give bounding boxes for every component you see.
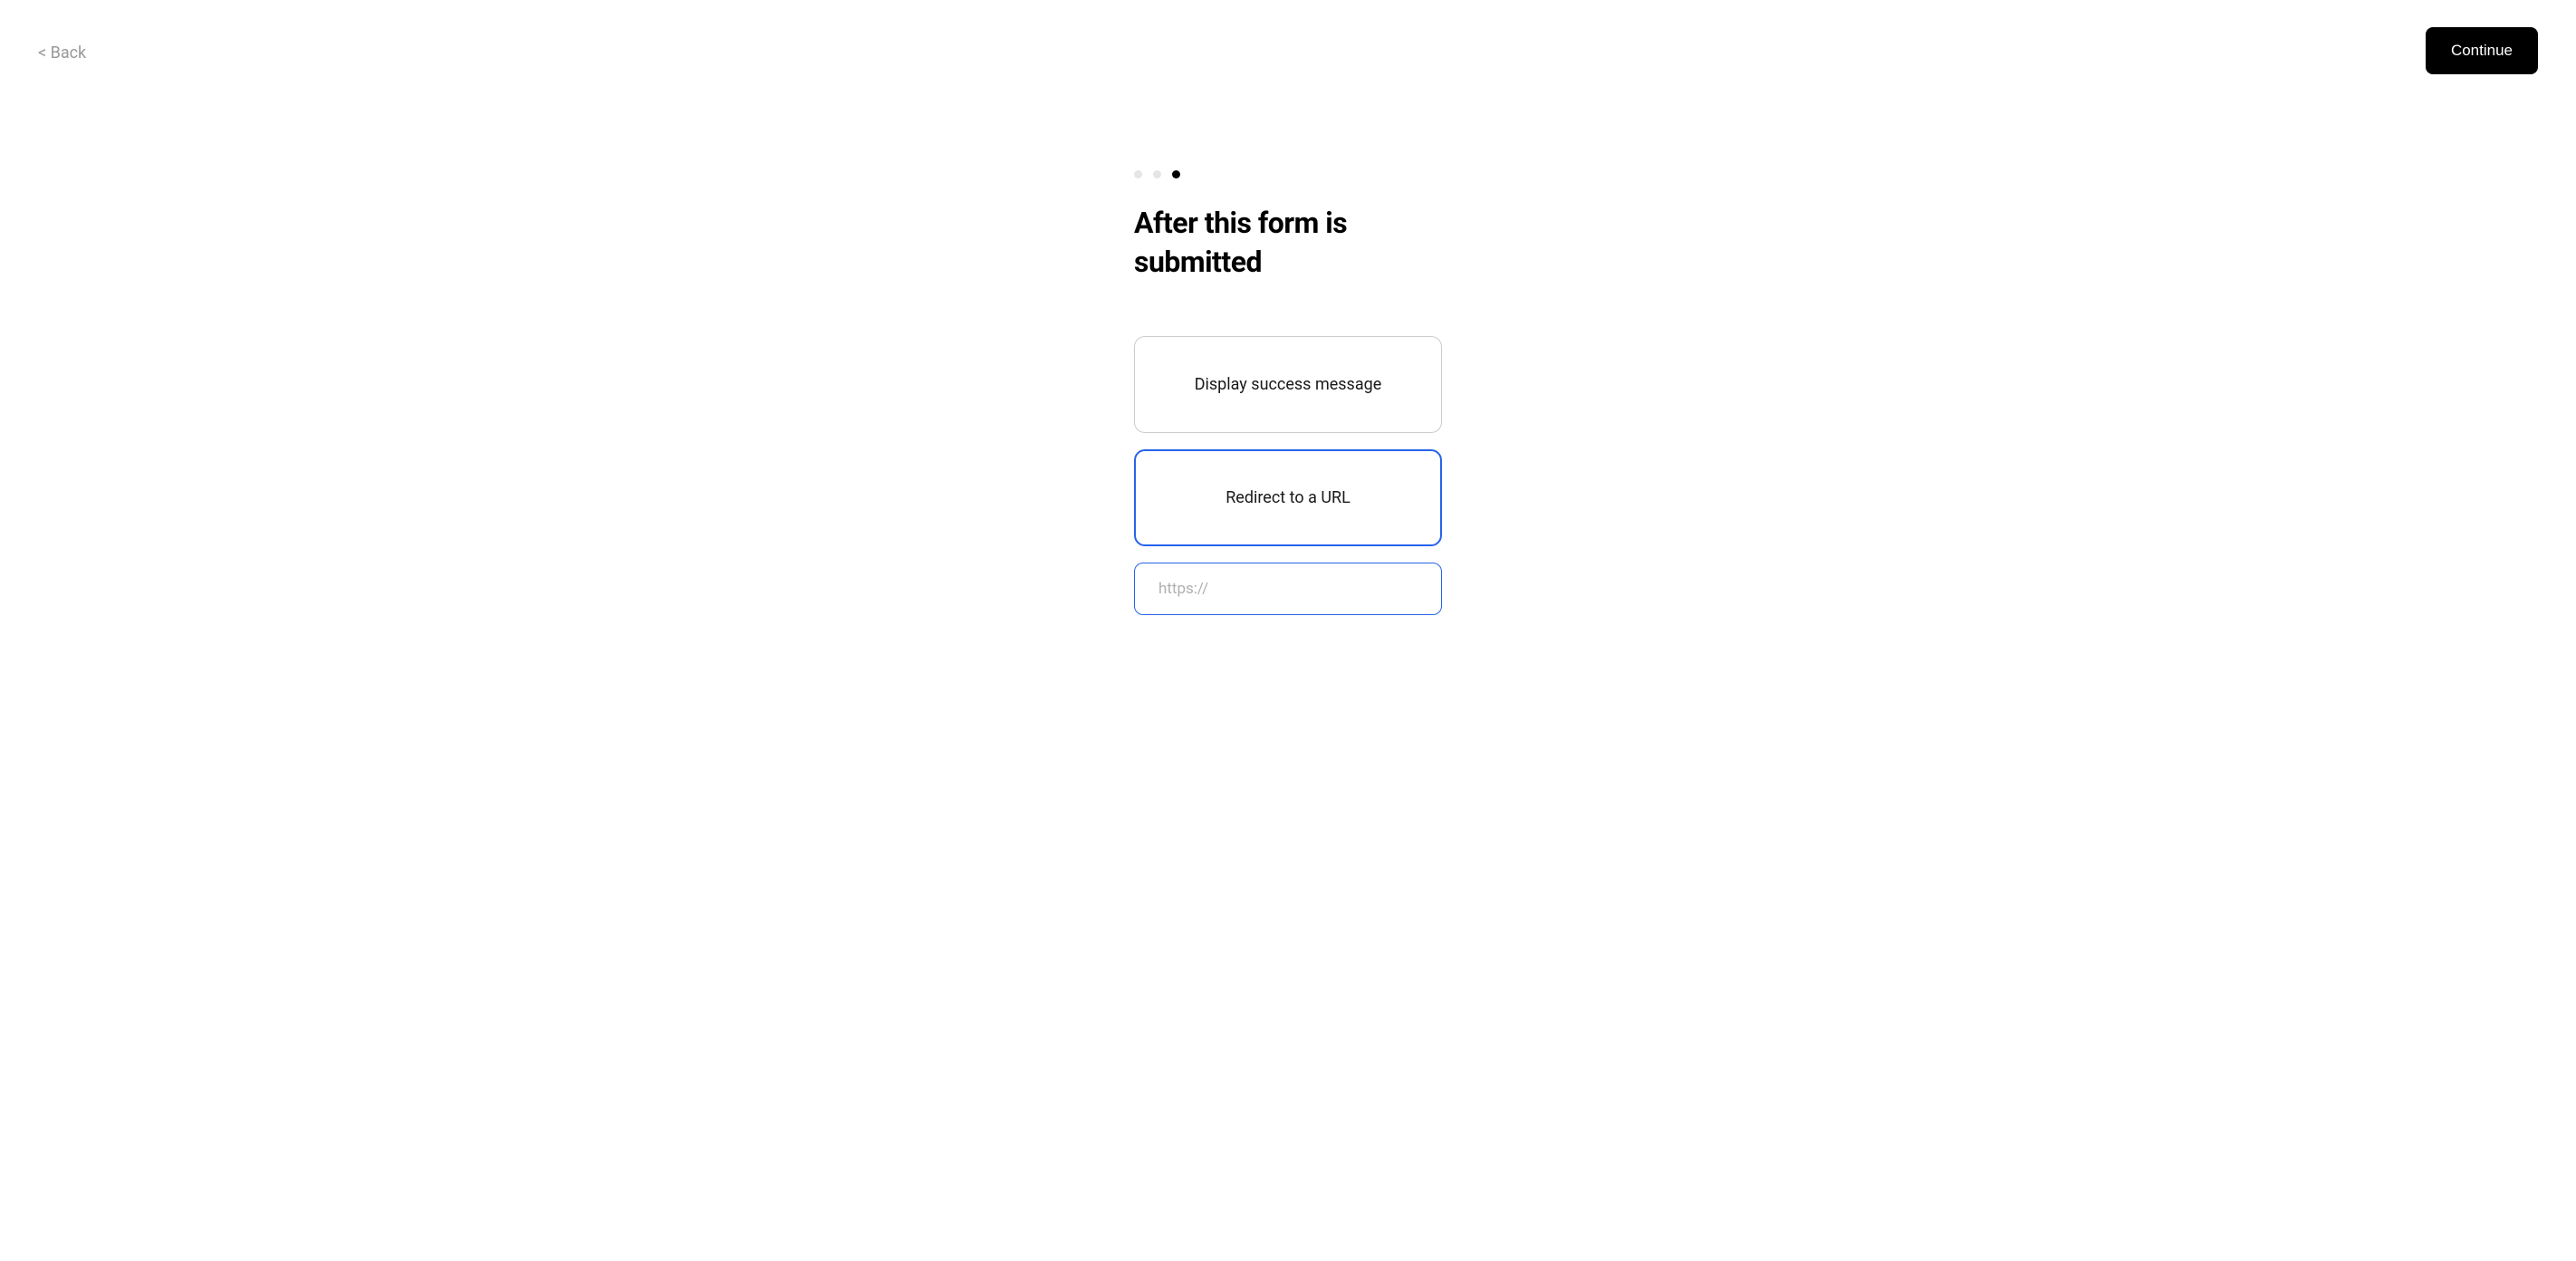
progress-indicator xyxy=(1134,170,1442,178)
progress-dot-1 xyxy=(1134,170,1142,178)
progress-dot-3 xyxy=(1172,170,1180,178)
page-title: After this form is submitted xyxy=(1134,204,1442,282)
header: < Back Continue xyxy=(0,0,2576,101)
option-display-success[interactable]: Display success message xyxy=(1134,336,1442,433)
continue-button[interactable]: Continue xyxy=(2426,27,2538,74)
option-redirect-url[interactable]: Redirect to a URL xyxy=(1134,449,1442,546)
progress-dot-2 xyxy=(1153,170,1161,178)
url-input[interactable] xyxy=(1134,563,1442,615)
back-button[interactable]: < Back xyxy=(38,27,86,63)
